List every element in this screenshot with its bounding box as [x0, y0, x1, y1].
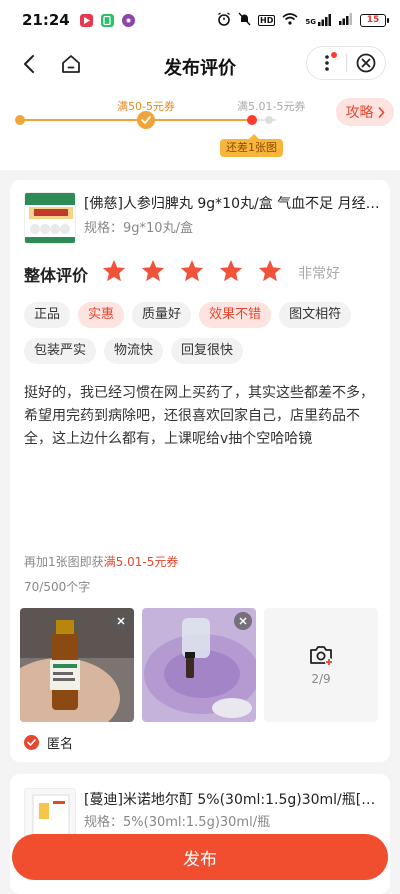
- tag-chip[interactable]: 回复很快: [171, 338, 244, 364]
- battery-icon: 15: [360, 13, 389, 27]
- anonymous-toggle[interactable]: 匿名: [24, 733, 73, 752]
- product-spec: 规格：5%(30ml:1.5g)30ml/瓶: [84, 815, 271, 830]
- star-icon[interactable]: [101, 258, 127, 284]
- review-card: [佛慈]人参归脾丸 9g*10丸/盒 气血不足 月经不调 规格：9g*10丸/盒…: [10, 180, 390, 762]
- char-count: 70/500个字: [24, 580, 91, 594]
- wifi-icon: [282, 12, 298, 28]
- product-spec: 规格：9g*10丸/盒: [84, 221, 193, 236]
- uploaded-photo[interactable]: [142, 608, 256, 722]
- publish-button[interactable]: 发布: [12, 834, 388, 880]
- notification-dot: [331, 52, 337, 58]
- star-icon[interactable]: [140, 258, 166, 284]
- star-icon[interactable]: [257, 258, 283, 284]
- check-icon: [141, 116, 151, 124]
- delete-photo-button[interactable]: [234, 612, 252, 630]
- anonymous-label: 匿名: [47, 737, 74, 752]
- network-type: 5G: [305, 18, 316, 26]
- tag-chip[interactable]: 物流快: [104, 338, 164, 364]
- product-thumbnail: [24, 788, 76, 840]
- review-textarea[interactable]: 挺好的，我已经习惯在网上买药了，其实这些都差不多，希望用完药到病除吧，还很喜欢回…: [24, 382, 376, 451]
- progress-tip: 还差1张图: [220, 134, 283, 157]
- more-vertical-icon: [324, 55, 329, 71]
- close-icon: [239, 617, 247, 625]
- app-notification-icon: [79, 13, 93, 27]
- product-title: [佛慈]人参归脾丸 9g*10丸/盒 气血不足 月经不调: [84, 196, 380, 212]
- app-notification-icon: [121, 13, 135, 27]
- delete-photo-button[interactable]: [112, 612, 130, 630]
- tag-chip[interactable]: 正品: [24, 302, 71, 328]
- checkbox-checked-icon: [24, 735, 39, 750]
- progress-start-dot: [15, 115, 25, 125]
- bonus-hint-text: 再加1张图即获: [24, 555, 104, 569]
- status-time: 21:24: [22, 11, 70, 29]
- progress-track-done: [21, 119, 250, 121]
- signal-icon: 5G: [305, 14, 332, 26]
- tag-chip[interactable]: 质量好: [132, 302, 192, 328]
- progress-step2-label: 满5.01-5元券: [237, 100, 306, 113]
- alarm-icon: [217, 11, 231, 29]
- status-icons: HD 5G 15: [217, 11, 389, 29]
- tag-chip[interactable]: 效果不错: [199, 302, 272, 328]
- tag-chip[interactable]: 图文相符: [279, 302, 352, 328]
- product-thumbnail: [24, 192, 76, 244]
- status-bar: 21:24 HD 5G 15: [0, 0, 400, 40]
- rating-text: 非常好: [298, 266, 340, 282]
- product-title: [蔓迪]米诺地尔酊 5%(30ml:1.5g)30ml/瓶[万...: [84, 792, 380, 808]
- tag-list: 正品 实惠 质量好 效果不错 图文相符 包装严实 物流快 回复很快: [24, 302, 384, 364]
- tag-chip[interactable]: 实惠: [78, 302, 125, 328]
- photo-list: 2/9: [20, 608, 378, 722]
- rating-label: 整体评价: [24, 266, 89, 285]
- close-icon: [117, 617, 125, 625]
- progress-current-dot: [247, 115, 257, 125]
- strategy-label: 攻略: [345, 105, 374, 121]
- reward-progress: 满50-5元券 满5.01-5元券 还差1张图 攻略: [0, 90, 400, 170]
- progress-next-dot: [265, 116, 273, 124]
- close-circle-icon: [356, 53, 376, 73]
- photo-count: 2/9: [311, 672, 331, 686]
- uploaded-photo[interactable]: [20, 608, 134, 722]
- bonus-hint: 再加1张图即获满5.01-5元券: [24, 553, 178, 570]
- nav-header: 发布评价: [0, 40, 400, 90]
- more-button[interactable]: [307, 47, 346, 79]
- capsule-menu: [306, 46, 386, 80]
- star-icon[interactable]: [179, 258, 205, 284]
- hd-icon: HD: [258, 14, 276, 26]
- star-rating: [101, 258, 283, 284]
- camera-add-icon: [310, 646, 333, 666]
- signal-icon: [339, 12, 353, 28]
- strategy-button[interactable]: 攻略: [336, 98, 394, 126]
- app-notification-icon: [100, 13, 114, 27]
- star-icon[interactable]: [218, 258, 244, 284]
- tag-chip[interactable]: 包装严实: [24, 338, 97, 364]
- progress-step1-label: 满50-5元券: [117, 100, 175, 113]
- add-photo-button[interactable]: 2/9: [264, 608, 378, 722]
- mute-icon: [238, 12, 251, 29]
- close-button[interactable]: [347, 47, 385, 79]
- bonus-coupon: 满5.01-5元券: [103, 555, 179, 569]
- chevron-right-icon: [378, 106, 384, 118]
